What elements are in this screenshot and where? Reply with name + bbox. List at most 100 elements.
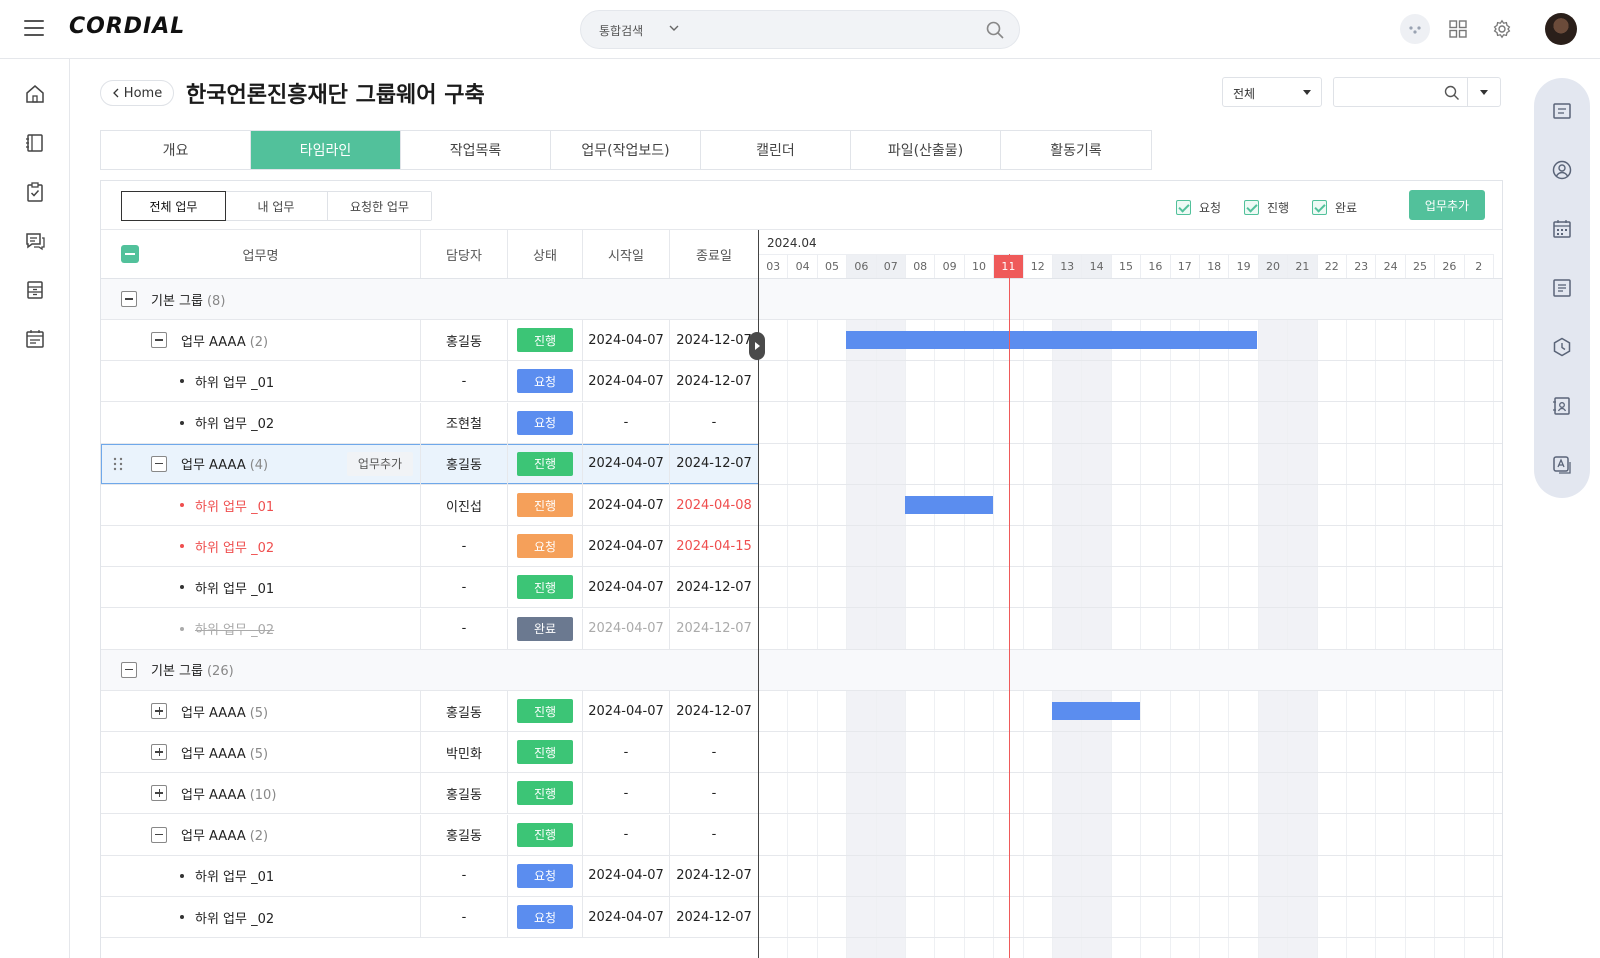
task-name-cell[interactable]: 하위 업무 _02: [101, 402, 421, 443]
task-name-cell[interactable]: 하위 업무 _02: [101, 897, 421, 937]
status-badge[interactable]: 요청: [517, 410, 573, 435]
caret-down-icon[interactable]: [1480, 90, 1488, 95]
tab-5[interactable]: 파일(산출물): [851, 131, 1001, 169]
status-badge[interactable]: 진행: [517, 451, 573, 476]
table-row[interactable]: 하위 업무 _02 - 완료 2024-04-07 2024-12-07: [101, 608, 1502, 650]
status-badge[interactable]: 요청: [517, 534, 573, 559]
table-row[interactable]: 하위 업무 _01 - 요청 2024-04-07 2024-12-07: [101, 855, 1502, 897]
status-badge[interactable]: 진행: [517, 822, 573, 847]
status-badge[interactable]: 완료: [517, 616, 573, 641]
column-header-start[interactable]: 시작일: [583, 230, 670, 278]
status-badge[interactable]: 진행: [517, 699, 573, 723]
column-header-status[interactable]: 상태: [508, 230, 583, 278]
collapse-toggle-icon[interactable]: [151, 826, 167, 843]
collapse-toggle-icon[interactable]: [151, 332, 167, 349]
table-row[interactable]: 업무 AAAA (4) 업무추가 홍길동 진행 2024-04-07 2024-12-07: [101, 443, 1502, 485]
gantt-bar[interactable]: [1051, 702, 1140, 720]
status-filter-done[interactable]: 완료: [1312, 199, 1357, 216]
table-row[interactable]: 하위 업무 _01 - 요청 2024-04-07 2024-12-07: [101, 361, 1502, 403]
tab-2[interactable]: 작업목록: [401, 131, 551, 169]
tab-6[interactable]: 활동기록: [1001, 131, 1151, 169]
translate-icon[interactable]: [1551, 454, 1573, 476]
task-name-cell[interactable]: 하위 업무 _01: [101, 855, 421, 896]
status-badge[interactable]: 진행: [517, 328, 573, 353]
chat-icon[interactable]: [24, 230, 46, 252]
contact-book-icon[interactable]: [1551, 395, 1573, 417]
search-icon[interactable]: [1444, 85, 1460, 101]
group-row[interactable]: 기본 그룹 (8): [101, 279, 1502, 320]
table-row[interactable]: 업무 AAAA (2) 홍길동 진행 - -: [101, 814, 1502, 856]
task-name-cell[interactable]: 하위 업무 _01: [101, 485, 421, 525]
status-badge[interactable]: 진행: [517, 493, 573, 517]
status-badge[interactable]: 진행: [517, 781, 573, 806]
task-name-cell[interactable]: 하위 업무 _02: [101, 526, 421, 567]
drag-handle-icon[interactable]: [113, 457, 123, 471]
calendar-list-icon[interactable]: [24, 328, 46, 350]
task-name-cell[interactable]: 업무 AAAA (2): [101, 320, 421, 361]
table-row[interactable]: 하위 업무 _02 조현철 요청 - -: [101, 402, 1502, 444]
tab-0[interactable]: 개요: [101, 131, 251, 169]
filter-tab-0[interactable]: 전체 업무: [121, 191, 226, 221]
select-all-checkbox[interactable]: [121, 245, 139, 263]
group-row[interactable]: 기본 그룹 (26): [101, 649, 1502, 691]
table-row[interactable]: 하위 업무 _01 이진섭 진행 2024-04-07 2024-04-08: [101, 485, 1502, 526]
filter-tab-1[interactable]: 내 업무: [225, 192, 328, 220]
filter-search-input[interactable]: [1333, 77, 1501, 107]
status-badge[interactable]: 진행: [517, 740, 573, 765]
checkbox-checked-icon[interactable]: [1312, 200, 1327, 215]
collapse-toggle-icon[interactable]: [121, 661, 137, 678]
gear-icon[interactable]: [1487, 14, 1517, 44]
task-name-cell[interactable]: 하위 업무 _01: [101, 567, 421, 608]
table-row[interactable]: 하위 업무 _02 - 요청 2024-04-07 2024-04-15: [101, 526, 1502, 568]
tab-4[interactable]: 캘린더: [701, 131, 851, 169]
status-filter-progress[interactable]: 진행: [1244, 199, 1289, 216]
tab-3[interactable]: 업무(작업보드): [551, 131, 701, 169]
checkbox-checked-icon[interactable]: [1244, 200, 1259, 215]
back-home-button[interactable]: Home: [100, 80, 174, 106]
status-badge[interactable]: 요청: [517, 863, 573, 888]
scope-filter-select[interactable]: 전체: [1222, 77, 1322, 107]
expand-toggle-icon[interactable]: [151, 785, 167, 802]
gantt-bar[interactable]: [904, 496, 993, 514]
table-row[interactable]: 업무 AAAA (2) 홍길동 진행 2024-04-07 2024-12-07: [101, 320, 1502, 362]
user-circle-icon[interactable]: [1551, 159, 1573, 181]
add-task-button[interactable]: 업무추가: [1409, 190, 1485, 220]
expand-toggle-icon[interactable]: [151, 744, 167, 761]
app-grid-icon[interactable]: [1443, 14, 1473, 44]
inbox-icon[interactable]: [1551, 100, 1573, 122]
task-name-cell[interactable]: 업무 AAAA (2): [101, 814, 421, 855]
task-name-cell[interactable]: 하위 업무 _01: [101, 361, 421, 402]
task-name-cell[interactable]: 하위 업무 _02: [101, 608, 421, 649]
expand-toggle-icon[interactable]: [151, 703, 167, 719]
archive-icon[interactable]: [24, 279, 46, 301]
column-header-end[interactable]: 종료일: [670, 230, 759, 278]
inline-add-task-button[interactable]: 업무추가: [347, 451, 413, 476]
column-header-assignee[interactable]: 담당자: [421, 230, 508, 278]
table-row[interactable]: 하위 업무 _02 - 요청 2024-04-07 2024-12-07: [101, 897, 1502, 938]
chevron-down-icon[interactable]: [667, 21, 681, 35]
collapse-pane-handle[interactable]: [749, 332, 765, 360]
table-row[interactable]: 하위 업무 _01 - 진행 2024-04-07 2024-12-07: [101, 567, 1502, 609]
table-row[interactable]: 업무 AAAA (5) 홍길동 진행 2024-04-07 2024-12-07: [101, 691, 1502, 732]
ai-assistant-icon[interactable]: [1400, 14, 1430, 44]
app-logo[interactable]: CORDIAL: [69, 14, 185, 39]
gantt-bar[interactable]: [845, 331, 1258, 350]
home-icon[interactable]: [24, 83, 46, 105]
filter-tab-2[interactable]: 요청한 업무: [328, 192, 431, 220]
checkbox-checked-icon[interactable]: [1176, 200, 1191, 215]
search-scope-select[interactable]: 통합검색: [599, 22, 643, 39]
menu-icon[interactable]: [24, 20, 44, 36]
status-filter-request[interactable]: 요청: [1176, 199, 1221, 216]
collapse-toggle-icon[interactable]: [121, 291, 137, 307]
collapse-toggle-icon[interactable]: [151, 455, 167, 472]
table-row[interactable]: 업무 AAAA (5) 박민화 진행 - -: [101, 732, 1502, 774]
task-name-cell[interactable]: 업무 AAAA (5): [101, 691, 421, 731]
status-badge[interactable]: 진행: [517, 575, 573, 600]
table-row[interactable]: 업무 AAAA (10) 홍길동 진행 - -: [101, 773, 1502, 815]
status-badge[interactable]: 요청: [517, 905, 573, 929]
task-name-cell[interactable]: 업무 AAAA (5): [101, 732, 421, 773]
tab-1[interactable]: 타임라인: [251, 131, 401, 169]
document-icon[interactable]: [1551, 277, 1573, 299]
search-icon[interactable]: [985, 20, 1005, 40]
task-name-cell[interactable]: 업무 AAAA (10): [101, 773, 421, 814]
